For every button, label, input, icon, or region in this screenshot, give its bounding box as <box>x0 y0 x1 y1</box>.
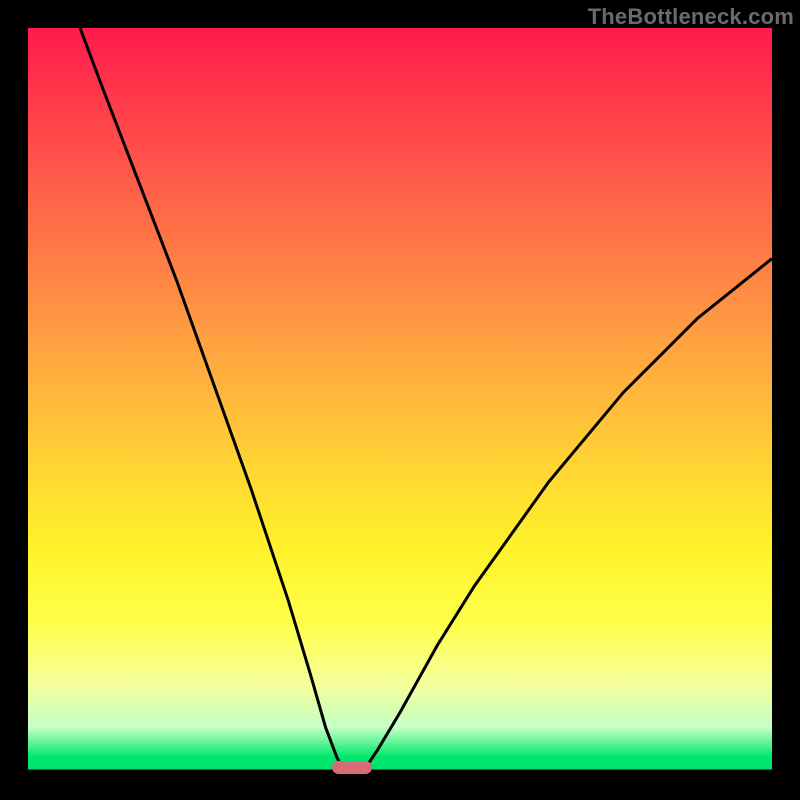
bottleneck-marker <box>332 761 372 774</box>
right-curve <box>363 259 772 772</box>
chart-svg <box>28 28 772 772</box>
watermark-text: TheBottleneck.com <box>588 4 794 30</box>
left-curve <box>80 28 344 772</box>
